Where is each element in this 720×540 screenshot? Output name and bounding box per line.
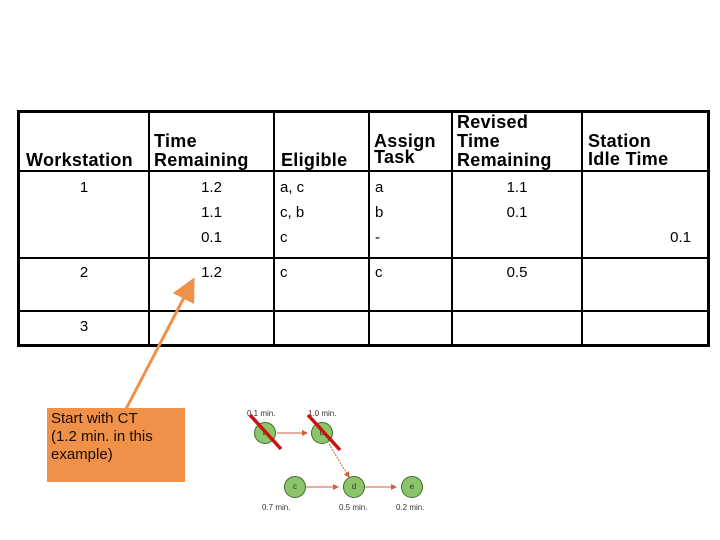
- cross-marks: [248, 413, 342, 452]
- cross-mark-b: [306, 413, 342, 452]
- cross-mark-a: [248, 413, 283, 451]
